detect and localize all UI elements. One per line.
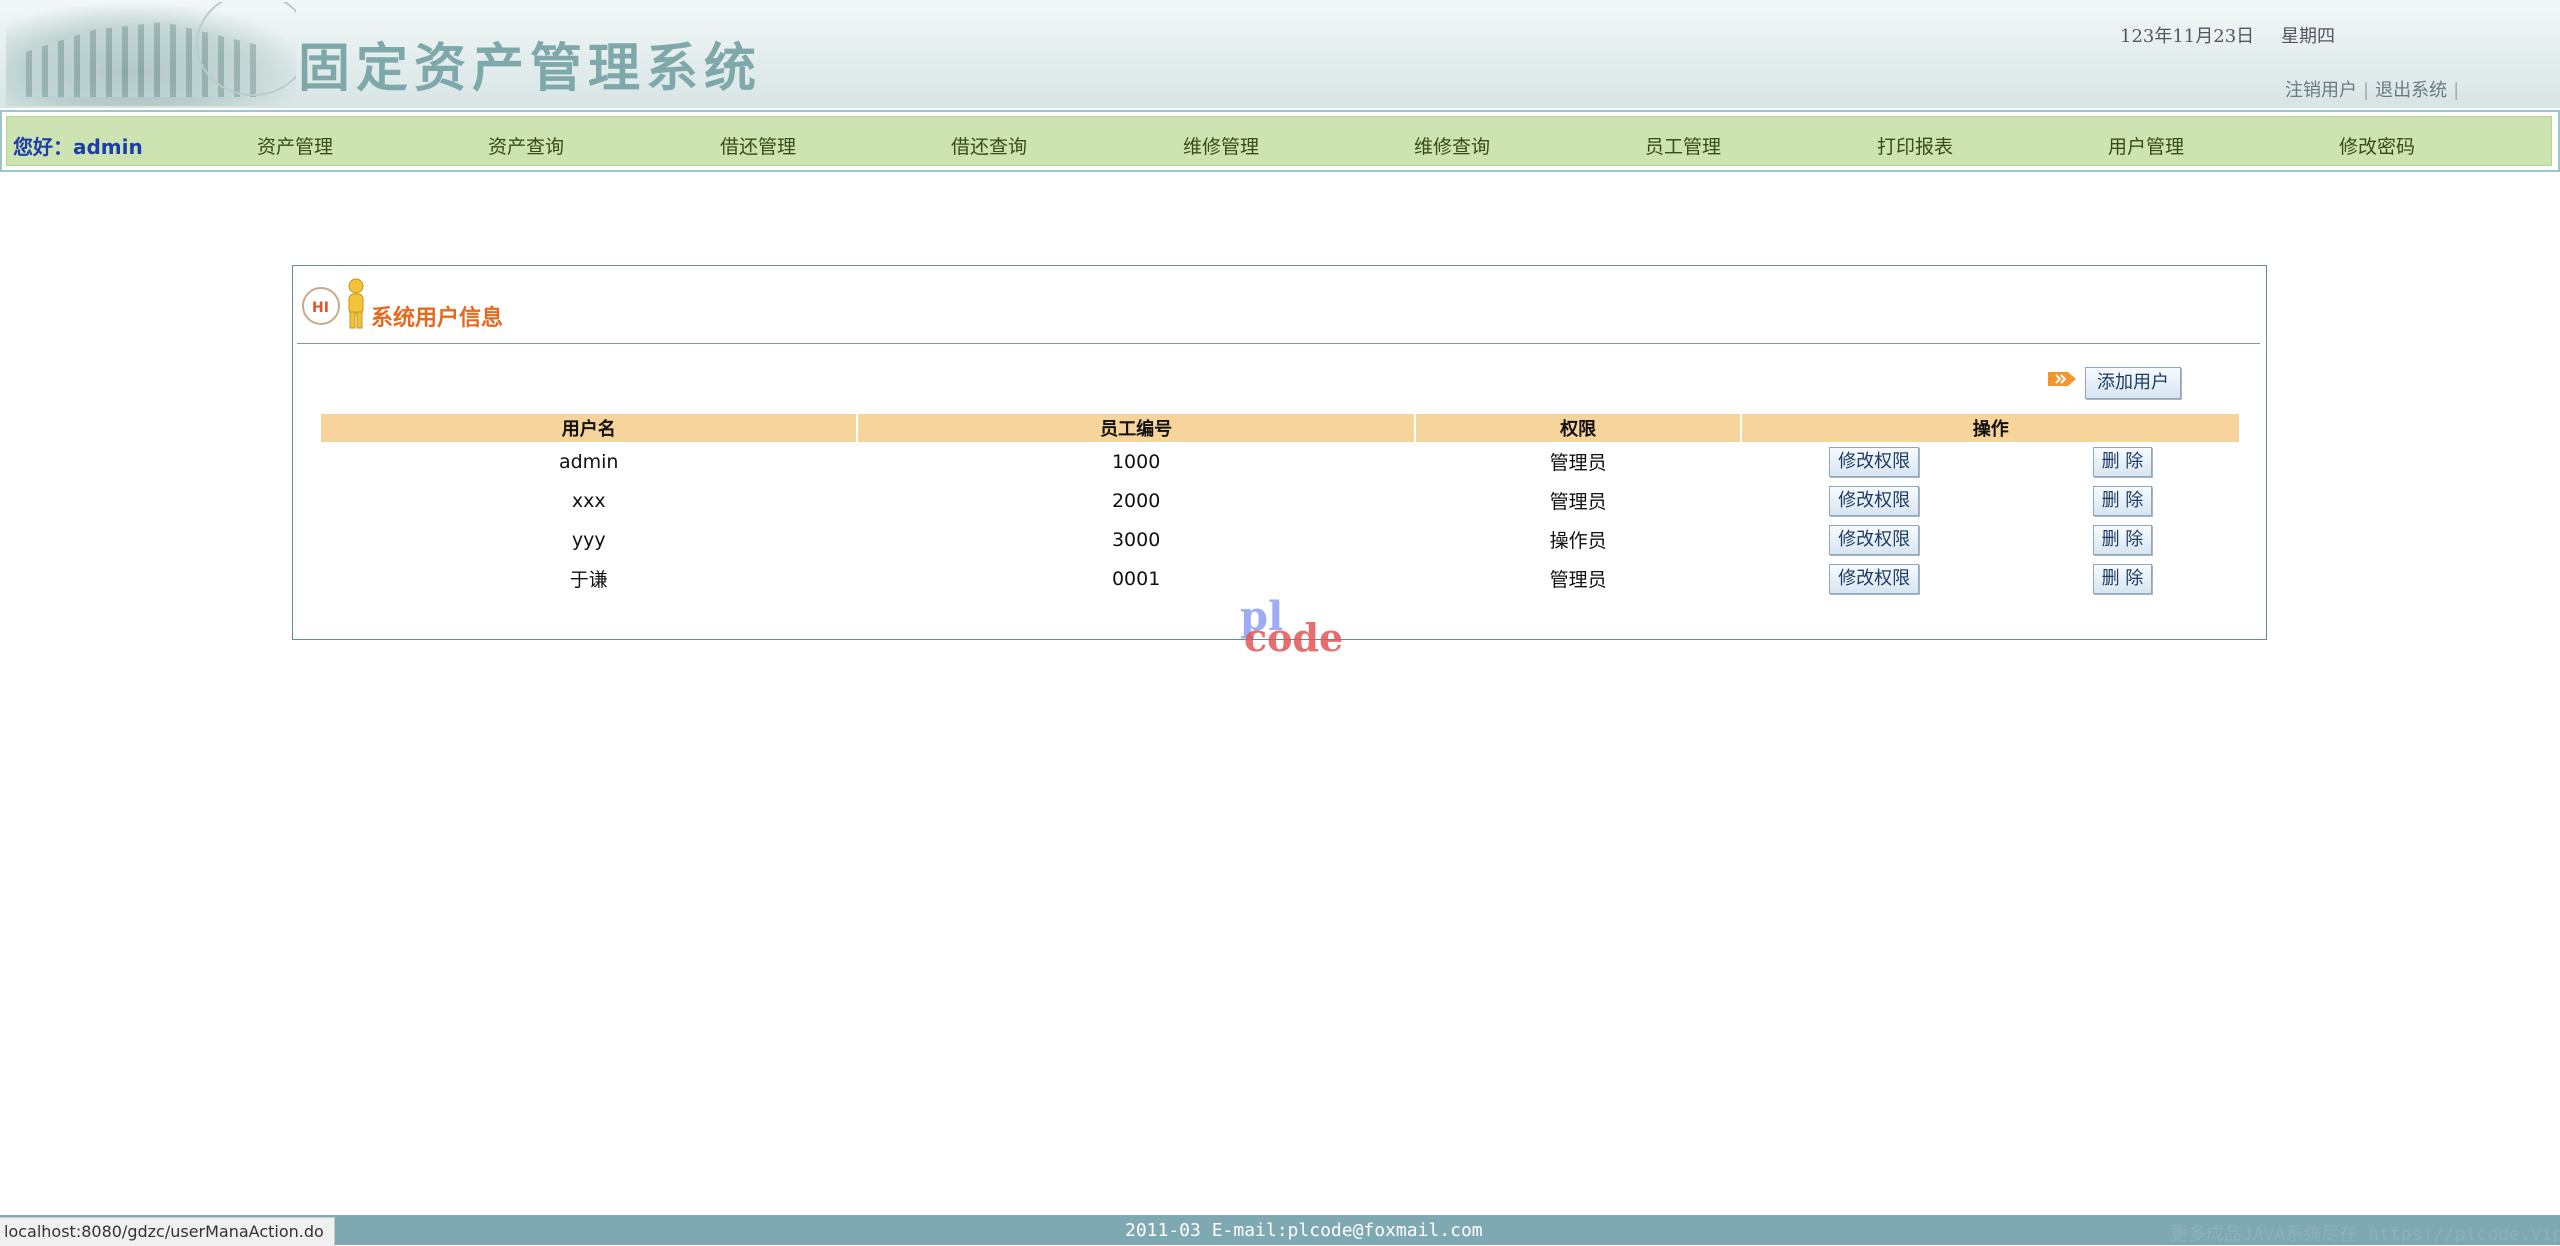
logout-user-link[interactable]: 注销用户 xyxy=(2285,80,2357,101)
modify-permission-button[interactable]: 修改权限 xyxy=(1829,563,1920,594)
nav-bar: 您好：admin 资产管理 资产查询 借还管理 借还查询 维修管理 维修查询 员… xyxy=(6,116,2552,166)
cell-role: 操作员 xyxy=(1549,530,1607,552)
cell-role: 管理员 xyxy=(1549,452,1607,474)
table-row: xxx 2000 管理员 修改权限 删 除 xyxy=(321,481,2239,520)
cell-username: 于谦 xyxy=(569,569,608,591)
watermark-line2: code xyxy=(1244,615,1344,660)
nav-bar-frame: 您好：admin 资产管理 资产查询 借还管理 借还查询 维修管理 维修查询 员… xyxy=(0,110,2560,172)
hi-icon-text: HI xyxy=(312,300,329,316)
current-date: 123年11月23日 xyxy=(2120,26,2255,47)
delete-button[interactable]: 删 除 xyxy=(2092,485,2153,516)
table-row: admin 1000 管理员 修改权限 删 除 xyxy=(321,442,2239,481)
delete-button[interactable]: 删 除 xyxy=(2092,563,2153,594)
cell-employee-no: 2000 xyxy=(1111,489,1161,512)
modify-permission-button[interactable]: 修改权限 xyxy=(1829,524,1920,555)
table-header-row: 用户名 员工编号 权限 操作 xyxy=(321,414,2239,442)
cell-username: admin xyxy=(558,450,619,473)
browser-status-url: localhost:8080/gdzc/userManaAction.do xyxy=(0,1217,335,1246)
table-row: yyy 3000 操作员 修改权限 删 除 xyxy=(321,520,2239,559)
nav-item-employee-management[interactable]: 员工管理 xyxy=(1645,132,1721,159)
exit-system-link[interactable]: 退出系统 xyxy=(2375,80,2447,101)
delete-button[interactable]: 删 除 xyxy=(2092,524,2153,555)
top-links: 注销用户 | 退出系统 | xyxy=(2285,80,2460,101)
double-arrow-icon xyxy=(2048,372,2076,386)
nav-item-repair-query[interactable]: 维修查询 xyxy=(1414,132,1490,159)
app-title: 固定资产管理系统 xyxy=(298,38,763,99)
nav-item-asset-management[interactable]: 资产管理 xyxy=(257,132,333,159)
add-user-button[interactable]: 添加用户 xyxy=(2085,367,2181,399)
col-header-employee-no: 员工编号 xyxy=(858,414,1414,442)
footer: 2011-03 E-mail:plcode@foxmail.com 更多成品JA… xyxy=(0,1215,2560,1245)
cell-role: 管理员 xyxy=(1549,491,1607,513)
col-header-role: 权限 xyxy=(1415,414,1741,442)
cell-actions: 修改权限 删 除 xyxy=(1742,442,2239,481)
cell-employee-no: 3000 xyxy=(1111,528,1161,551)
delete-button[interactable]: 删 除 xyxy=(2092,446,2153,477)
hi-person-icon: HI xyxy=(302,278,364,329)
nav-item-repair-management[interactable]: 维修管理 xyxy=(1183,132,1259,159)
greeting: 您好：admin xyxy=(13,135,143,159)
modify-permission-button[interactable]: 修改权限 xyxy=(1829,485,1920,516)
footer-promo-text: 更多成品JAVA系统尽在 https://plcode.vip xyxy=(2170,1224,2560,1245)
cell-actions: 修改权限 删 除 xyxy=(1742,559,2239,598)
nav-item-lending-management[interactable]: 借还管理 xyxy=(720,132,796,159)
current-weekday: 星期四 xyxy=(2281,26,2335,47)
cell-username: yyy xyxy=(571,528,606,551)
modify-permission-button[interactable]: 修改权限 xyxy=(1829,446,1920,477)
users-table: 用户名 员工编号 权限 操作 admin 1000 管理员 修改权限 删 除 x… xyxy=(319,414,2241,598)
cell-role: 管理员 xyxy=(1549,569,1607,591)
footer-text: 2011-03 E-mail:plcode@foxmail.com xyxy=(1125,1220,1483,1241)
cell-actions: 修改权限 删 除 xyxy=(1742,520,2239,559)
nav-item-asset-query[interactable]: 资产查询 xyxy=(488,132,564,159)
cell-actions: 修改权限 删 除 xyxy=(1742,481,2239,520)
nav-item-user-management[interactable]: 用户管理 xyxy=(2108,132,2184,159)
col-header-actions: 操作 xyxy=(1742,414,2239,442)
col-header-username: 用户名 xyxy=(321,414,857,442)
panel-divider xyxy=(297,343,2260,344)
nav-item-change-password[interactable]: 修改密码 xyxy=(2339,132,2415,159)
nav-item-print-report[interactable]: 打印报表 xyxy=(1877,132,1953,159)
building-logo-image xyxy=(6,2,296,106)
cell-employee-no: 1000 xyxy=(1111,450,1161,473)
panel-title: 系统用户信息 xyxy=(371,306,504,331)
nav-item-lending-query[interactable]: 借还查询 xyxy=(951,132,1027,159)
header-banner: 固定资产管理系统 123年11月23日 星期四 注销用户 | 退出系统 | xyxy=(0,0,2560,108)
plcode-watermark: pl code xyxy=(1240,593,1360,660)
cell-username: xxx xyxy=(571,489,606,512)
user-info-panel: HI 系统用户信息 添加用户 用户名 员工编号 权限 操作 admin 1000 xyxy=(292,265,2267,640)
